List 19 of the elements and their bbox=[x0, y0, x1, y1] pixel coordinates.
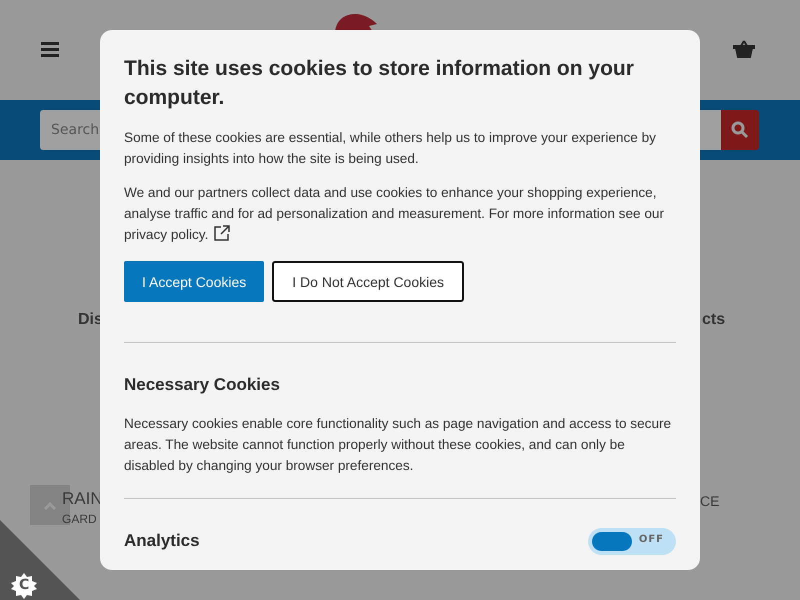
accept-button[interactable]: I Accept Cookies bbox=[124, 261, 264, 302]
section-title: Analytics bbox=[124, 531, 200, 551]
section-heading: cts bbox=[702, 311, 726, 329]
toggle-switch[interactable]: OFF bbox=[588, 528, 676, 554]
section-text: Necessary cookies enable core functionality such as page navigation and access to secure areas. The website cannot function properly without these cookies, and can only be disabled by changing your browser preferences. bbox=[124, 415, 672, 475]
menu-icon[interactable] bbox=[41, 41, 59, 57]
section-title: Necessary Cookies bbox=[124, 375, 280, 395]
privacy-policy-link[interactable]: privacy policy. bbox=[124, 227, 208, 242]
product-name: CE bbox=[700, 493, 720, 509]
search-icon bbox=[731, 121, 749, 139]
dialog-title: This site uses cookies to store information on your computer. bbox=[124, 56, 635, 111]
basket-icon[interactable] bbox=[733, 40, 755, 58]
gear-icon bbox=[11, 573, 37, 599]
intro-text: Some of these cookies are essential, while others help us to improve your experience by providing insights into how the site is being used. bbox=[124, 129, 657, 168]
cookie-badge-letter: C bbox=[19, 577, 30, 593]
search-button[interactable] bbox=[721, 110, 759, 150]
decline-button[interactable]: I Do Not Accept Cookies bbox=[272, 261, 464, 302]
external-link-icon bbox=[214, 225, 230, 241]
notice-text: We and our partners collect data and use cookies to enhance your shopping experience, analyse traffic and for ad personalization and measurement. For more information see our privacy policy. bbox=[124, 184, 666, 244]
